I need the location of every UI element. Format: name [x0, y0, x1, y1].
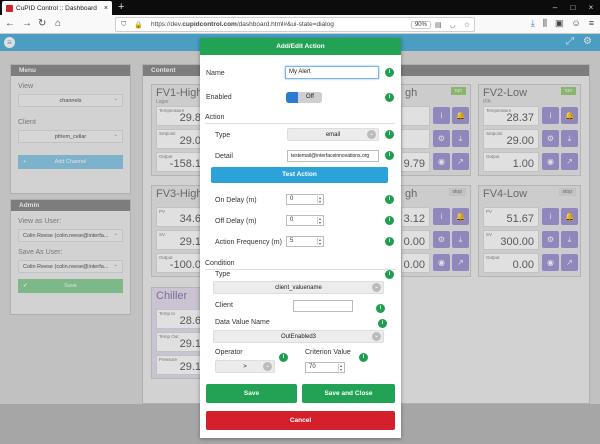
spinner-arrows-icon[interactable]: ▴ ▾ [338, 364, 343, 371]
name-label: Name [206, 70, 225, 77]
action-frequency-input[interactable]: 5 ▴ ▾ [286, 236, 324, 247]
tab-title: CuPID Control :: Dashboard [16, 4, 97, 12]
back-icon[interactable]: ← [5, 18, 15, 29]
off-delay-label: Off Delay (m) [215, 218, 257, 225]
type-select[interactable]: email ⌄ [287, 128, 379, 141]
chevron-down-icon: ⌄ [372, 283, 381, 292]
condition-section: Condition [205, 260, 395, 270]
shield-icon: ⛉ [121, 20, 127, 28]
help-icon[interactable]: i [378, 319, 387, 328]
home-icon[interactable]: ⌂ [55, 18, 61, 29]
help-icon[interactable]: i [385, 237, 394, 246]
zoom-level[interactable]: 90% [410, 20, 431, 29]
lock-icon: 🔒 [134, 21, 143, 29]
favicon-icon [6, 4, 13, 12]
data-value-name-label: Data Value Name [215, 319, 270, 326]
dialog-title: Add/Edit Action [200, 38, 401, 55]
url-bar[interactable]: ⛉ 🔒 https://dev.cupidcontrol.com/dashboa… [115, 17, 475, 32]
window-controls: – □ × [546, 0, 600, 15]
type-label: Type [215, 132, 231, 139]
spinner-arrows-icon[interactable]: ▴ ▾ [317, 238, 322, 245]
help-icon[interactable]: i [385, 130, 394, 139]
toolbar-icons: ⤓ ⫼ ▣ ☺ ≡ [531, 18, 594, 29]
data-value-name-select[interactable]: OutEnabled3 ⌄ [213, 330, 384, 343]
url-text: https://dev.cupidcontrol.com/dashboard.h… [150, 21, 334, 28]
account-icon[interactable]: ☺ [572, 18, 581, 29]
new-tab-icon[interactable]: + [118, 0, 124, 14]
on-delay-label: On Delay (m) [215, 197, 257, 204]
enabled-toggle[interactable]: Off [286, 92, 322, 103]
sidebar-icon[interactable]: ▣ [555, 18, 564, 29]
add-edit-action-dialog: Add/Edit Action Name My Alert i Enabled … [200, 38, 401, 438]
name-input[interactable]: My Alert [285, 66, 379, 79]
action-frequency-label: Action Frequency (m) [215, 239, 282, 246]
client-label: Client [215, 302, 233, 309]
chevron-down-icon: ⌄ [263, 362, 272, 371]
off-delay-input[interactable]: 0 ▴ ▾ [286, 215, 324, 226]
save-button[interactable]: Save [206, 384, 297, 403]
help-icon[interactable]: i [376, 304, 385, 313]
browser-tab[interactable]: CuPID Control :: Dashboard × [2, 1, 112, 15]
maximize-icon[interactable]: □ [564, 0, 582, 15]
reader-icon[interactable]: ▤ [435, 21, 442, 29]
download-icon[interactable]: ⤓ [531, 18, 535, 29]
help-icon[interactable]: i [385, 270, 394, 279]
help-icon[interactable]: i [385, 216, 394, 225]
nav-bar: ← → ↻ ⌂ ⛉ 🔒 https://dev.cupidcontrol.com… [0, 15, 600, 34]
chevron-down-icon: ⌄ [372, 332, 381, 341]
save-and-close-button[interactable]: Save and Close [302, 384, 395, 403]
close-window-icon[interactable]: × [582, 0, 600, 15]
criterion-value-input[interactable]: 70 ▴ ▾ [305, 362, 345, 373]
condition-type-label: Type [215, 271, 231, 278]
forward-icon[interactable]: → [22, 18, 32, 29]
help-icon[interactable]: i [385, 68, 394, 77]
criterion-value-label: Criterion Value [305, 349, 351, 356]
browser-tab-bar: CuPID Control :: Dashboard × + – □ × [0, 0, 600, 15]
on-delay-input[interactable]: 0 ▴ ▾ [286, 194, 324, 205]
detail-label: Detail [215, 153, 233, 160]
help-icon[interactable]: i [359, 353, 368, 362]
help-icon[interactable]: i [385, 151, 394, 160]
help-icon[interactable]: i [279, 353, 288, 362]
menu-icon[interactable]: ≡ [589, 18, 594, 29]
spinner-arrows-icon[interactable]: ▴ ▾ [317, 196, 322, 203]
spinner-arrows-icon[interactable]: ▴ ▾ [317, 217, 322, 224]
action-section: Action [205, 114, 395, 124]
help-icon[interactable]: i [385, 195, 394, 204]
cancel-button[interactable]: Cancel [206, 411, 395, 430]
bookmark-star-icon[interactable]: ☆ [464, 21, 470, 29]
client-input[interactable] [293, 300, 353, 312]
minimize-icon[interactable]: – [546, 0, 564, 15]
detail-input[interactable]: testemail@interfaceinnovations.org [287, 150, 379, 162]
pocket-icon[interactable]: ◡ [450, 21, 456, 29]
help-icon[interactable]: i [385, 93, 394, 102]
close-tab-icon[interactable]: × [104, 5, 108, 12]
reload-icon[interactable]: ↻ [38, 18, 46, 29]
operator-select[interactable]: > ⌄ [215, 360, 275, 373]
test-action-button[interactable]: Test Action [211, 167, 388, 183]
condition-type-select[interactable]: client_valuename ⌄ [213, 281, 384, 294]
chevron-down-icon: ⌄ [367, 130, 376, 139]
enabled-label: Enabled [206, 94, 232, 101]
operator-label: Operator [215, 349, 243, 356]
library-icon[interactable]: ⫼ [543, 18, 547, 29]
